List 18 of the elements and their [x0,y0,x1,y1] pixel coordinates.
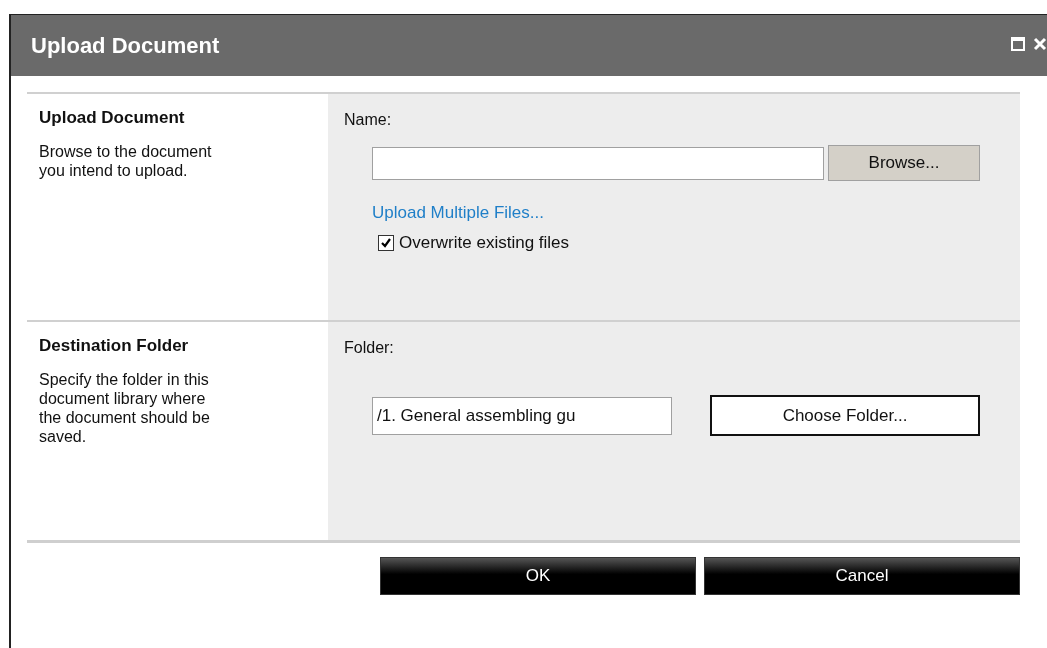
field-label: Folder: [344,339,395,357]
upload-multiple-link[interactable]: Upload Multiple Files... [372,203,544,223]
window-title: Upload Document [31,32,221,59]
checkbox-label: Overwrite existing files [399,233,570,253]
section-title: Destination Folder [39,336,190,356]
maximize-icon[interactable] [1011,37,1025,51]
checkbox[interactable] [378,235,394,251]
name-field[interactable] [372,146,824,180]
field-label: Name: [344,111,393,129]
folder-field[interactable]: /1. General assembling gu [372,396,672,435]
section-description: Browse to the document you intend to upload. [39,142,213,180]
browse-button[interactable]: Browse... [828,145,980,181]
section-description: Specify the folder in this document library where the document should be saved. [39,370,211,446]
choose-folder-button[interactable]: Choose Folder... [710,395,980,436]
dialog-button[interactable]: OK [380,557,696,595]
close-icon[interactable] [1033,37,1047,51]
dialog-button[interactable]: Cancel [704,557,1020,595]
section-title: Upload Document [39,108,186,128]
